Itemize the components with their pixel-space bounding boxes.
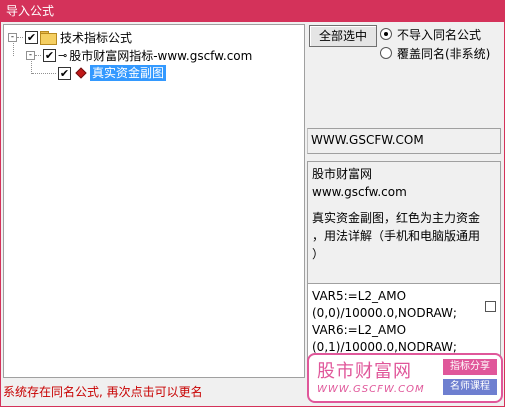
root-label[interactable]: 技术指标公式: [60, 29, 132, 46]
desc-line: www.gscfw.com: [312, 185, 407, 199]
option-no-import[interactable]: 不导入同名公式: [380, 26, 481, 42]
window-title: 导入公式: [0, 0, 505, 22]
tree-node-leaf[interactable]: ✔ 真实资金副图: [32, 64, 167, 82]
watermark-title: 股市财富网: [317, 361, 412, 382]
description-box: 股市财富网 www.gscfw.com 真实资金副图，红色为主力资金 ，用法详解…: [307, 161, 501, 299]
key-icon: ⊸: [58, 48, 67, 62]
watermark-logo: 股市财富网 WWW.GSCFW.COM 指标分享 名师课程: [307, 353, 503, 403]
child-label[interactable]: 股市财富网指标-www.gscfw.com: [69, 47, 252, 64]
collapse-icon[interactable]: -: [8, 32, 17, 42]
option-overwrite-label: 覆盖同名(非系统): [397, 46, 491, 61]
desc-line: 股市财富网: [312, 167, 373, 181]
leaf-checkbox[interactable]: ✔: [58, 66, 71, 80]
desc-line: 真实资金副图，红色为主力资金: [312, 211, 481, 225]
tree-node-root[interactable]: - ✔ 技术指标公式: [8, 28, 132, 46]
watermark-tag-share: 指标分享: [443, 359, 497, 375]
radio-selected-icon[interactable]: [380, 28, 392, 40]
root-checkbox[interactable]: ✔: [25, 30, 38, 44]
desc-line: ，用法详解（手机和电脑版通用: [312, 229, 481, 243]
code-line: VAR5:=L2_AMO: [312, 289, 407, 303]
code-line: VAR6:=L2_AMO: [312, 323, 407, 337]
select-all-button[interactable]: 全部选中: [309, 25, 377, 47]
option-overwrite[interactable]: 覆盖同名(非系统): [380, 45, 490, 61]
radio-icon[interactable]: [380, 47, 392, 59]
collapse-icon[interactable]: -: [26, 50, 35, 60]
status-message: 系统存在同名公式, 再次点击可以更名: [3, 385, 203, 399]
code-line: (0,0)/10000.0,NODRAW;: [312, 306, 457, 320]
tree-connector: [35, 54, 41, 56]
watermark-url: WWW.GSCFW.COM: [317, 384, 425, 395]
tree-connector: [17, 36, 23, 38]
child-checkbox[interactable]: ✔: [43, 48, 56, 62]
indicator-icon: [75, 67, 87, 79]
import-formula-dialog: - ✔ 技术指标公式 - ✔ ⊸ 股市财富网指标-www.gscfw.com ✔…: [0, 22, 505, 407]
website-field: WWW.GSCFW.COM: [307, 128, 501, 154]
leaf-label[interactable]: 真实资金副图: [90, 65, 167, 81]
formula-tree[interactable]: - ✔ 技术指标公式 - ✔ ⊸ 股市财富网指标-www.gscfw.com ✔…: [3, 24, 305, 378]
folder-icon: [40, 31, 57, 45]
tree-connector: [32, 72, 56, 74]
desc-line: ）: [312, 247, 325, 261]
code-box-checkbox[interactable]: [485, 301, 496, 312]
watermark-tag-course: 名师课程: [443, 379, 497, 395]
option-no-import-label: 不导入同名公式: [397, 27, 482, 42]
desc-spacer: [312, 201, 496, 209]
tree-node-child[interactable]: - ✔ ⊸ 股市财富网指标-www.gscfw.com: [26, 46, 252, 64]
